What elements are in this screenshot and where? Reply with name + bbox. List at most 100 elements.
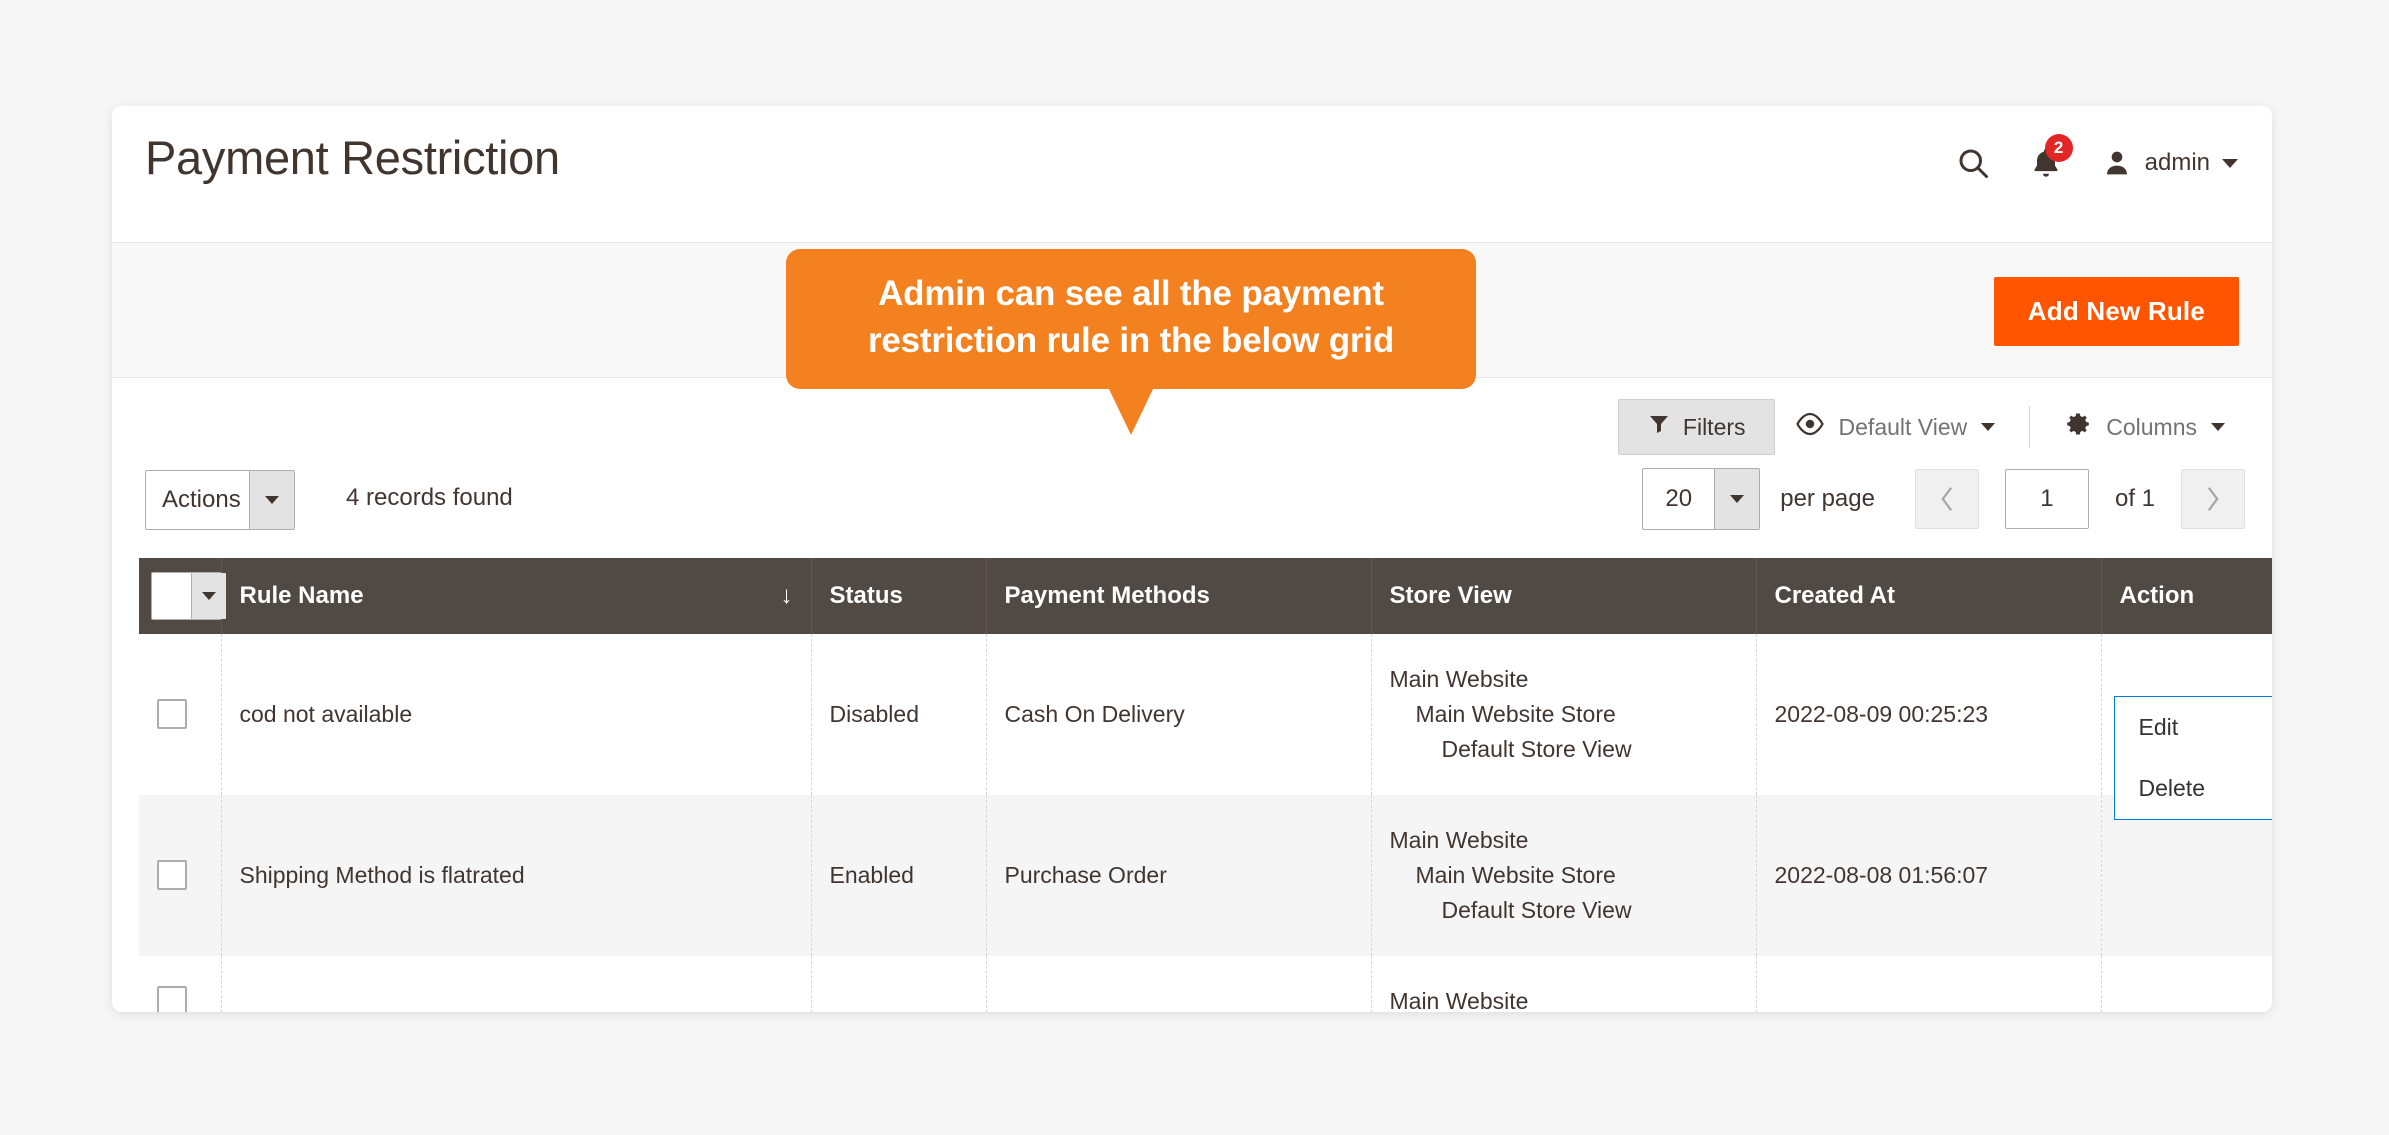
- next-page-button[interactable]: [2181, 469, 2245, 529]
- column-label-rule-name: Rule Name: [239, 582, 364, 609]
- user-menu[interactable]: admin: [2089, 147, 2238, 179]
- page-header: Payment Restriction 2 admin: [112, 106, 2272, 243]
- table-row[interactable]: Shipping Method is flatrated Enabled Pur…: [139, 794, 2272, 956]
- row-select-cell[interactable]: [139, 955, 222, 1012]
- store-view-website: Main Website: [1389, 826, 1529, 853]
- cell-rule-name: [221, 955, 812, 1012]
- previous-page-button[interactable]: [1914, 469, 1979, 529]
- cell-action: Select Edit Delete: [2101, 634, 2272, 820]
- column-header-status[interactable]: Status: [811, 558, 987, 634]
- column-header-created-at[interactable]: Created At: [1756, 558, 2102, 634]
- toolbar-divider: [2029, 406, 2031, 448]
- user-icon: [2106, 151, 2127, 175]
- admin-grid-card: Payment Restriction 2 admin Add New Rule…: [112, 106, 2272, 1012]
- default-view-label: Default View: [1838, 413, 1968, 440]
- cell-status: [811, 955, 987, 1012]
- table-row[interactable]: Main Website: [139, 955, 2272, 1012]
- callout-line-2: restriction rule in the below grid: [867, 320, 1395, 360]
- payment-restriction-grid: Rule Name ↓ Status Payment Methods Store…: [139, 558, 2272, 1012]
- cell-store-view: Main Website Main Website Store Default …: [1371, 634, 1757, 795]
- notifications-button[interactable]: 2: [2003, 134, 2089, 188]
- chevron-down-icon: [2211, 423, 2225, 431]
- column-header-store-view[interactable]: Store View: [1371, 558, 1757, 634]
- column-label-store-view: Store View: [1389, 582, 1512, 609]
- cell-created-at: [1756, 955, 2102, 1012]
- column-header-rule-name[interactable]: Rule Name ↓: [221, 558, 812, 634]
- info-callout: Admin can see all the payment restrictio…: [786, 249, 1476, 435]
- per-page-select[interactable]: 20: [1642, 468, 1761, 530]
- user-name-label: admin: [2144, 149, 2210, 176]
- mass-actions-label: Actions: [162, 486, 241, 513]
- columns-label: Columns: [2106, 413, 2197, 440]
- grid-header: Rule Name ↓ Status Payment Methods Store…: [139, 558, 2272, 634]
- cell-payment-methods: Purchase Order: [986, 794, 1372, 956]
- gear-icon: [2064, 410, 2092, 444]
- notification-count-badge: 2: [2044, 134, 2073, 162]
- column-header-action: Action: [2101, 558, 2272, 634]
- chevron-down-icon: [1981, 423, 1996, 431]
- column-label-created-at: Created At: [1774, 582, 1895, 609]
- sort-descending-icon: ↓: [780, 582, 793, 609]
- cell-store-view: Main Website: [1371, 955, 1757, 1012]
- row-checkbox[interactable]: [157, 699, 187, 730]
- cell-action: [2101, 956, 2272, 1012]
- column-header-select-all[interactable]: [139, 558, 227, 634]
- total-pages-label: of 1: [2114, 485, 2155, 512]
- mass-actions-select[interactable]: Actions: [145, 470, 295, 530]
- store-view-view: Default Store View: [1441, 735, 1632, 762]
- funnel-icon: [1647, 412, 1671, 442]
- column-header-payment-methods[interactable]: Payment Methods: [986, 558, 1372, 634]
- row-select-cell[interactable]: [139, 794, 222, 956]
- records-row: Actions 4 records found 20 per page 1 of…: [112, 454, 2272, 558]
- row-action-menu: Edit Delete: [2113, 696, 2273, 820]
- page-title: Payment Restriction: [145, 131, 560, 184]
- row-select-cell[interactable]: [139, 634, 222, 795]
- per-page-label: per page: [1780, 485, 1875, 512]
- row-checkbox[interactable]: [157, 860, 187, 891]
- chevron-down-icon: [249, 471, 294, 529]
- chevron-down-icon[interactable]: [191, 573, 226, 619]
- grid-header-row: Rule Name ↓ Status Payment Methods Store…: [139, 558, 2272, 634]
- select-all-control[interactable]: [151, 572, 227, 620]
- store-view-store: Main Website Store: [1415, 861, 1616, 888]
- cell-payment-methods: Cash On Delivery: [986, 634, 1372, 795]
- cell-status: Disabled: [811, 634, 987, 795]
- default-view-selector[interactable]: Default View: [1775, 400, 2016, 454]
- cell-rule-name: cod not available: [221, 634, 812, 795]
- column-label-status: Status: [829, 582, 903, 609]
- filters-button[interactable]: Filters: [1617, 399, 1775, 455]
- eye-icon: [1795, 412, 1825, 442]
- store-view-website: Main Website: [1389, 987, 1529, 1012]
- action-menu-item-delete[interactable]: Delete: [2115, 758, 2273, 819]
- cell-store-view: Main Website Main Website Store Default …: [1371, 794, 1757, 956]
- grid-wrapper: Rule Name ↓ Status Payment Methods Store…: [112, 558, 2272, 1012]
- per-page-value: 20: [1665, 485, 1693, 512]
- page-root: Payment Restriction 2 admin Add New Rule…: [0, 0, 2389, 1135]
- search-icon[interactable]: [1943, 138, 2003, 188]
- chevron-down-icon: [2222, 158, 2238, 168]
- table-row[interactable]: cod not available Disabled Cash On Deliv…: [139, 634, 2272, 820]
- callout-pointer: [1108, 386, 1154, 435]
- header-tools: 2 admin: [1943, 134, 2238, 188]
- store-view-store: Main Website Store: [1415, 700, 1616, 727]
- cell-payment-methods: [986, 955, 1372, 1012]
- action-menu-item-edit[interactable]: Edit: [2115, 697, 2273, 758]
- current-page-input[interactable]: 1: [2004, 469, 2089, 529]
- store-view-website: Main Website: [1389, 666, 1529, 692]
- columns-selector[interactable]: Columns: [2044, 398, 2245, 456]
- select-all-checkbox[interactable]: [152, 573, 191, 619]
- grid-body: cod not available Disabled Cash On Deliv…: [139, 634, 2272, 1012]
- cell-created-at: 2022-08-08 01:56:07: [1756, 794, 2102, 956]
- filters-label: Filters: [1682, 413, 1746, 440]
- pager: 20 per page 1 of 1: [1642, 468, 2245, 530]
- column-label-action: Action: [2119, 582, 2195, 609]
- add-new-rule-button[interactable]: Add New Rule: [1993, 277, 2239, 346]
- records-found-label: 4 records found: [346, 484, 513, 511]
- chevron-down-icon: [1714, 469, 1760, 529]
- grid-toolbar: Filters Default View Columns: [112, 378, 2272, 456]
- cell-status: Enabled: [811, 794, 987, 956]
- cell-rule-name: Shipping Method is flatrated: [221, 794, 812, 956]
- row-checkbox[interactable]: [157, 986, 187, 1012]
- callout-line-1: Admin can see all the payment: [878, 274, 1384, 313]
- column-label-payment-methods: Payment Methods: [1004, 582, 1210, 609]
